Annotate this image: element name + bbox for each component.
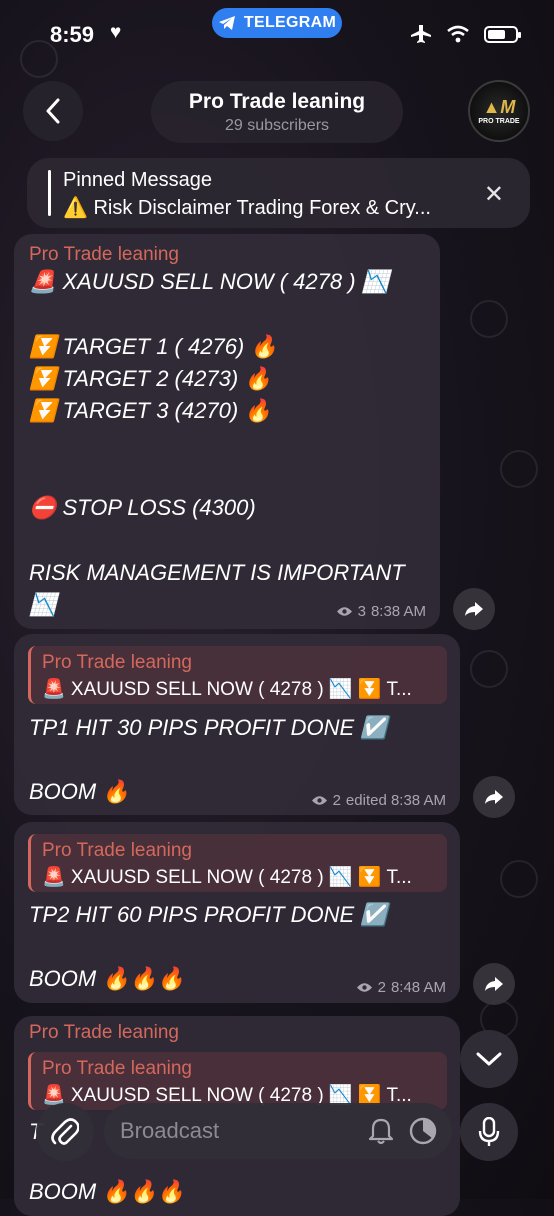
telegram-icon (218, 16, 235, 30)
microphone-icon (478, 1117, 500, 1146)
message-sender: Pro Trade leaning (29, 1022, 179, 1043)
message-line: ⏬ TARGET 1 ( 4276) 🔥 (29, 334, 278, 359)
pinned-text: ⚠️ Risk Disclaimer Trading Forex & Cry..… (63, 197, 431, 219)
reply-sender: Pro Trade leaning (42, 840, 192, 861)
message-time: 8:48 AM (390, 979, 446, 996)
eye-icon (311, 796, 327, 805)
message-meta: 2 8:48 AM (356, 979, 446, 996)
share-arrow-icon (485, 790, 503, 804)
message-sender: Pro Trade leaning (29, 244, 179, 265)
pinned-title: Pinned Message (63, 169, 212, 191)
airplane-icon (411, 25, 431, 43)
scroll-down-button[interactable] (460, 1030, 518, 1088)
message-time: edited 8:38 AM (345, 792, 446, 809)
message-line: BOOM 🔥🔥🔥 (29, 966, 185, 991)
wifi-icon (447, 25, 469, 43)
message-time: 8:38 AM (370, 603, 426, 620)
reply-sender: Pro Trade leaning (42, 652, 192, 673)
message-meta: 2 edited 8:38 AM (311, 792, 446, 809)
eye-icon (356, 983, 372, 992)
subscriber-count: 29 subscribers (224, 117, 330, 134)
back-button[interactable] (23, 81, 83, 141)
share-arrow-icon (485, 977, 503, 991)
message-line: ⛔ STOP LOSS (4300) (29, 495, 256, 520)
pinned-indicator (48, 170, 51, 216)
message-line: TP2 HIT 60 PIPS PROFIT DONE ☑️ (29, 902, 388, 927)
forward-button[interactable] (453, 588, 495, 630)
message-line: ⏬ TARGET 2 (4273) 🔥 (29, 366, 272, 391)
eye-icon (336, 607, 352, 616)
channel-avatar[interactable]: ▲M PRO TRADE (468, 80, 530, 142)
chevron-left-icon (46, 98, 60, 124)
view-count: 3 (357, 603, 366, 620)
message-bubble[interactable]: Pro Trade leaning 🚨 XAUUSD SELL NOW ( 42… (14, 634, 460, 815)
battery-icon (484, 25, 521, 43)
message-line: BOOM 🔥🔥🔥 (29, 1179, 185, 1204)
forward-button[interactable] (473, 963, 515, 1005)
message-line: RISK MANAGEMENT IS IMPORTANT (29, 560, 405, 585)
close-icon[interactable]: ✕ (484, 180, 504, 209)
logo-mark-icon: ▲M (482, 96, 516, 117)
app-pill-label: TELEGRAM (243, 14, 337, 31)
heart-icon: ♥ (110, 22, 122, 43)
reply-sender: Pro Trade leaning (42, 1058, 192, 1079)
reply-preview[interactable]: Pro Trade leaning 🚨 XAUUSD SELL NOW ( 42… (28, 1052, 447, 1110)
view-count: 2 (332, 792, 341, 809)
schedule-icon[interactable] (408, 1116, 438, 1146)
avatar-logo-text: PRO TRADE (478, 117, 520, 125)
message-bubble[interactable]: Pro Trade leaning 🚨 XAUUSD SELL NOW ( 42… (14, 234, 440, 629)
microphone-button[interactable] (460, 1103, 518, 1161)
telegram-app-pill[interactable]: TELEGRAM (212, 8, 342, 38)
chevron-down-icon (476, 1052, 502, 1066)
reply-text: 🚨 XAUUSD SELL NOW ( 4278 ) 📉 ⏬ T... (42, 867, 412, 888)
reply-preview[interactable]: Pro Trade leaning 🚨 XAUUSD SELL NOW ( 42… (28, 834, 447, 892)
forward-button[interactable] (473, 776, 515, 818)
view-count: 2 (377, 979, 386, 996)
status-time: 8:59 (50, 22, 95, 47)
message-input[interactable]: Broadcast (104, 1103, 452, 1159)
message-meta: 3 8:38 AM (336, 603, 426, 620)
message-bubble[interactable]: Pro Trade leaning 🚨 XAUUSD SELL NOW ( 42… (14, 822, 460, 1003)
message-line: BOOM 🔥 (29, 779, 130, 804)
status-bar: 8:59 ♥ TELEGRAM (0, 0, 554, 72)
reply-text: 🚨 XAUUSD SELL NOW ( 4278 ) 📉 ⏬ T... (42, 679, 412, 700)
message-line: 🚨 XAUUSD SELL NOW ( 4278 ) 📉 (29, 269, 390, 294)
message-line: TP1 HIT 30 PIPS PROFIT DONE ☑️ (29, 715, 388, 740)
pinned-message-bar[interactable]: Pinned Message ⚠️ Risk Disclaimer Tradin… (27, 158, 530, 228)
reply-preview[interactable]: Pro Trade leaning 🚨 XAUUSD SELL NOW ( 42… (28, 646, 447, 704)
input-placeholder: Broadcast (120, 1118, 220, 1143)
bell-icon[interactable] (368, 1117, 394, 1145)
share-arrow-icon (465, 602, 483, 616)
attach-button[interactable] (36, 1103, 94, 1161)
message-line: 📉 (29, 592, 57, 617)
channel-title: Pro Trade leaning (188, 90, 366, 113)
message-line: ⏬ TARGET 3 (4270) 🔥 (29, 398, 272, 423)
paperclip-icon (51, 1118, 79, 1145)
channel-header[interactable]: Pro Trade leaning 29 subscribers (151, 81, 403, 143)
